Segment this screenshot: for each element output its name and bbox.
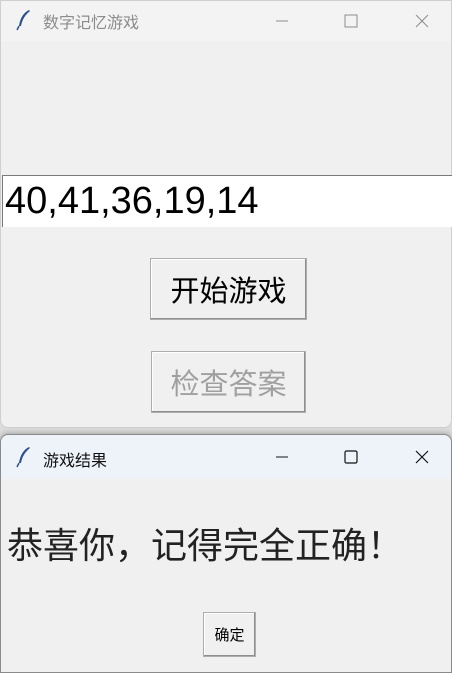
dialog-close-button[interactable] [399,435,445,479]
dialog-minimize-button[interactable] [259,435,305,479]
minimize-icon [276,456,288,458]
minimize-icon [276,20,288,22]
minimize-button[interactable] [259,1,305,41]
maximize-icon [344,14,358,28]
maximize-icon [344,450,358,464]
window-title: 数字记忆游戏 [43,13,140,32]
maximize-button[interactable] [328,1,374,41]
main-titlebar[interactable]: 数字记忆游戏 [1,1,451,41]
result-dialog: 游戏结果 恭喜你，记得完全正确！ 确定 [0,434,452,673]
dialog-maximize-button[interactable] [328,435,374,479]
start-game-button[interactable]: 开始游戏 [150,258,307,320]
check-answer-button[interactable]: 检查答案 [151,351,306,413]
dialog-title: 游戏结果 [43,451,108,470]
close-button[interactable] [399,1,445,41]
main-window: 数字记忆游戏 40,41,36,19,14 开始游戏 检查答案 [0,0,452,428]
close-icon [415,450,429,464]
feather-icon [16,447,30,468]
dialog-titlebar[interactable]: 游戏结果 [1,435,451,479]
ok-button[interactable]: 确定 [203,612,256,657]
result-message: 恭喜你，记得完全正确！ [7,526,404,567]
close-icon [415,14,429,28]
number-display-field[interactable]: 40,41,36,19,14 [2,175,452,227]
feather-icon [16,10,30,31]
